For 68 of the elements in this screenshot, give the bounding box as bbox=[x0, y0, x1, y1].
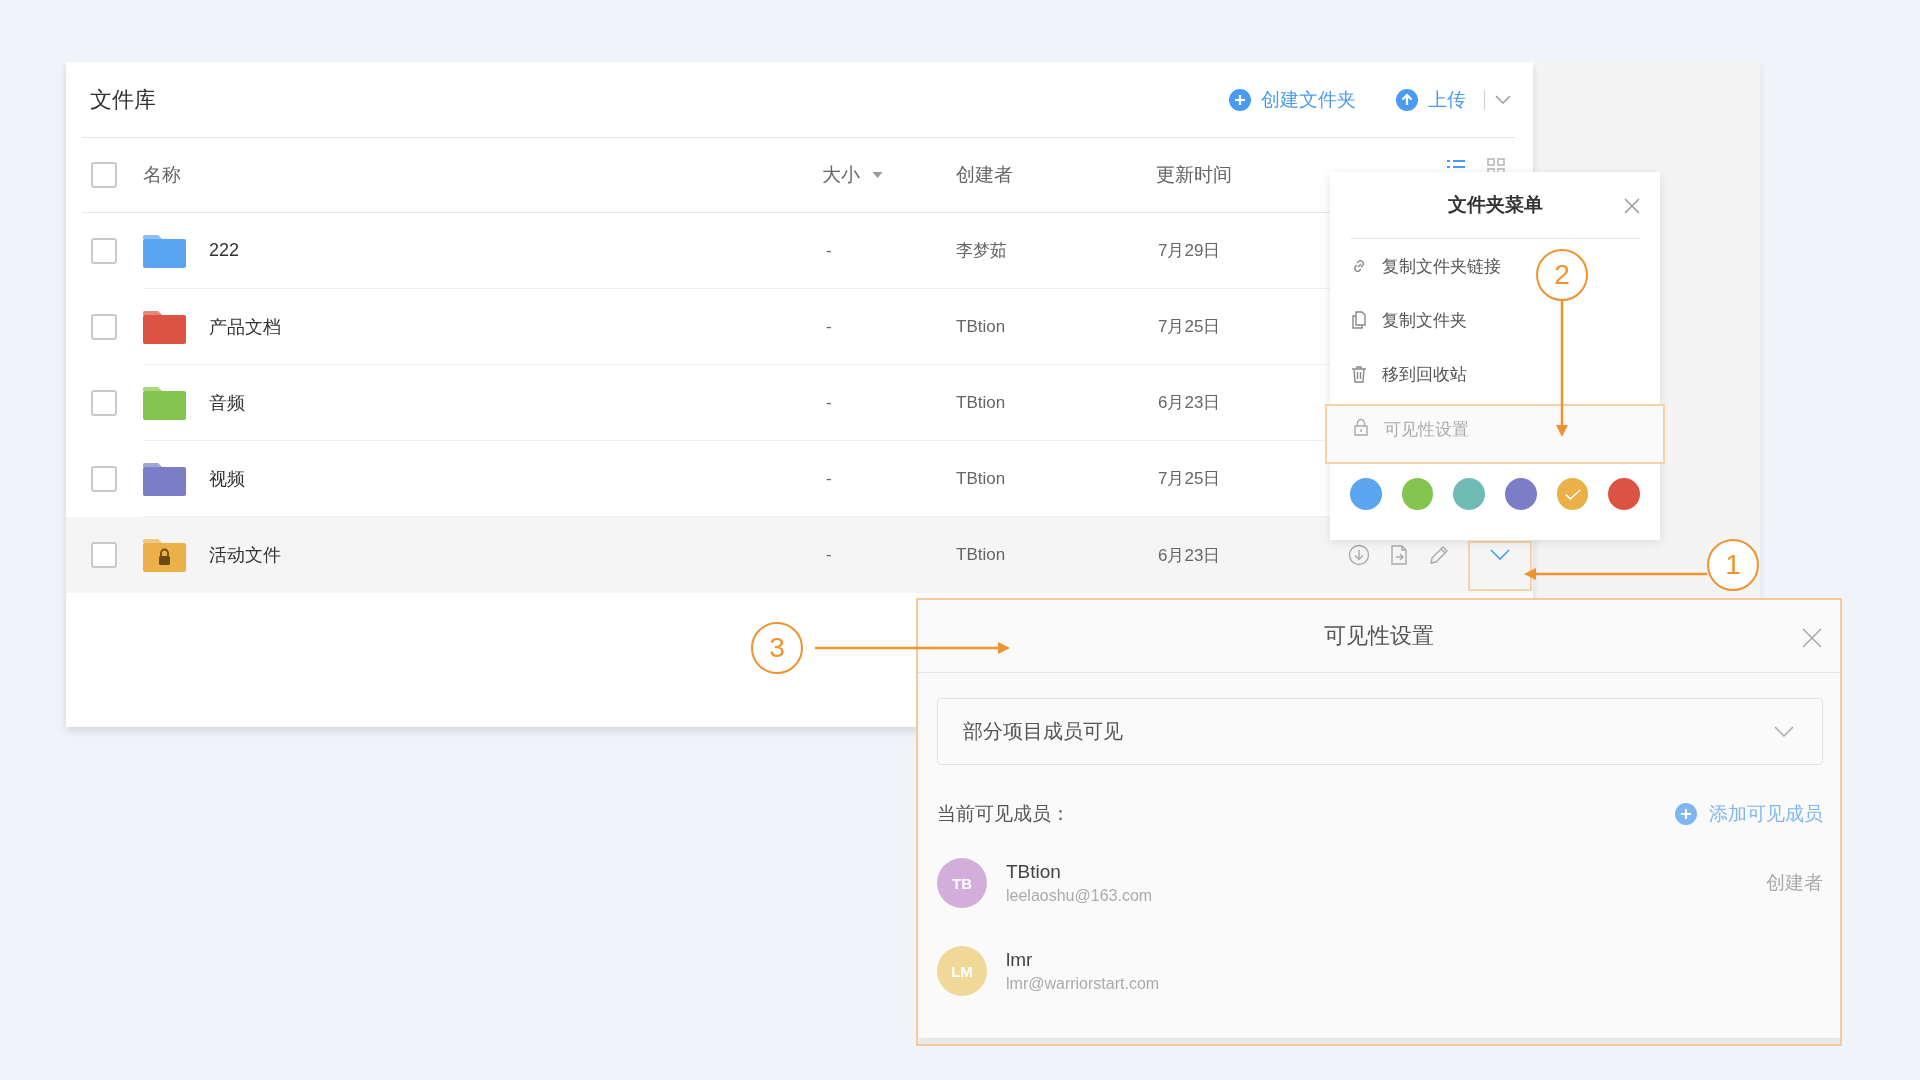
member-role: 创建者 bbox=[1766, 871, 1823, 895]
folder-name[interactable]: 视频 bbox=[209, 466, 820, 491]
menu-item[interactable]: 移到回收站 bbox=[1330, 347, 1487, 401]
avatar: TB bbox=[937, 858, 987, 908]
table-cell-text: 李梦茹 bbox=[955, 240, 1008, 262]
member-name: TBtion bbox=[1006, 861, 1062, 883]
row-checkbox[interactable] bbox=[91, 238, 117, 264]
trash-icon bbox=[1350, 365, 1368, 383]
folder-name[interactable]: 222 bbox=[209, 240, 820, 261]
menu-item[interactable]: 复制文件夹 bbox=[1330, 293, 1487, 347]
column-header[interactable]: 大小 bbox=[822, 162, 956, 188]
table-cell-text: TBtion bbox=[955, 316, 1007, 337]
more-button[interactable] bbox=[1468, 541, 1532, 591]
menu-item[interactable]: 复制文件夹链接 bbox=[1330, 239, 1521, 293]
member-email: leelaoshu@163.com bbox=[1006, 887, 1153, 905]
row-checkbox[interactable] bbox=[91, 314, 117, 340]
color-swatch[interactable] bbox=[1350, 478, 1382, 510]
color-swatch[interactable] bbox=[1453, 478, 1485, 510]
file-icon[interactable] bbox=[1388, 544, 1410, 566]
column-header: 创建者 bbox=[956, 163, 1014, 187]
pencil-icon[interactable] bbox=[1428, 544, 1450, 566]
members-label: 当前可见成员： bbox=[937, 802, 1070, 826]
member-name: lmr bbox=[1006, 949, 1034, 971]
avatar: LM bbox=[937, 946, 987, 996]
table-cell-text: 7月25日 bbox=[1157, 468, 1222, 490]
menu-title: 文件夹菜单 bbox=[1447, 193, 1543, 217]
upload-icon bbox=[1396, 88, 1418, 111]
member-email: lmr@warriorstart.com bbox=[1006, 975, 1160, 993]
chevron-down-icon bbox=[1774, 725, 1794, 738]
chevron-down-icon bbox=[1490, 549, 1510, 561]
visibility-select[interactable]: 部分项目成员可见 bbox=[937, 698, 1823, 765]
column-header: 名称 bbox=[143, 163, 182, 187]
color-swatch[interactable] bbox=[1505, 478, 1537, 510]
table-row[interactable]: 活动文件 - TBtion 6月23日 bbox=[66, 517, 1533, 593]
table-cell-text: 6月23日 bbox=[1157, 392, 1222, 414]
column-header: 更新时间 bbox=[1156, 163, 1233, 187]
table-cell-text: - bbox=[825, 545, 833, 565]
dialog-title: 可见性设置 bbox=[1324, 622, 1434, 650]
folder-name[interactable]: 音频 bbox=[209, 390, 820, 415]
chevron-down-icon[interactable] bbox=[1495, 94, 1511, 105]
row-checkbox[interactable] bbox=[91, 390, 117, 416]
table-cell-text: 7月25日 bbox=[1157, 316, 1222, 338]
table-cell-text: TBtion bbox=[955, 392, 1007, 413]
table-cell-text: 6月23日 bbox=[1157, 544, 1222, 567]
plus-icon bbox=[1229, 88, 1251, 111]
lock-icon bbox=[1352, 418, 1370, 436]
select-all-checkbox[interactable] bbox=[91, 162, 117, 188]
close-icon[interactable] bbox=[1802, 628, 1822, 648]
close-icon[interactable] bbox=[1624, 198, 1640, 214]
table-cell-text: - bbox=[825, 392, 833, 413]
table-cell-text: TBtion bbox=[955, 468, 1007, 489]
table-cell-text: - bbox=[825, 240, 833, 261]
row-checkbox[interactable] bbox=[91, 466, 117, 492]
color-swatch[interactable] bbox=[1401, 478, 1434, 510]
table-cell-text: TBtion bbox=[955, 545, 1007, 565]
sort-icon bbox=[872, 172, 883, 178]
row-checkbox[interactable] bbox=[91, 542, 117, 568]
download-icon[interactable] bbox=[1348, 544, 1370, 566]
library-title: 文件库 bbox=[89, 85, 156, 114]
table-cell-text: 7月29日 bbox=[1157, 240, 1222, 262]
table-cell-text: - bbox=[825, 468, 833, 489]
table-cell-text: - bbox=[825, 316, 833, 337]
color-swatch[interactable] bbox=[1556, 478, 1589, 510]
copy-icon bbox=[1350, 311, 1368, 329]
folder-name[interactable]: 产品文档 bbox=[209, 314, 820, 339]
plus-icon bbox=[1675, 803, 1697, 825]
color-swatch[interactable] bbox=[1608, 478, 1641, 510]
folder-name[interactable]: 活动文件 bbox=[209, 543, 820, 567]
